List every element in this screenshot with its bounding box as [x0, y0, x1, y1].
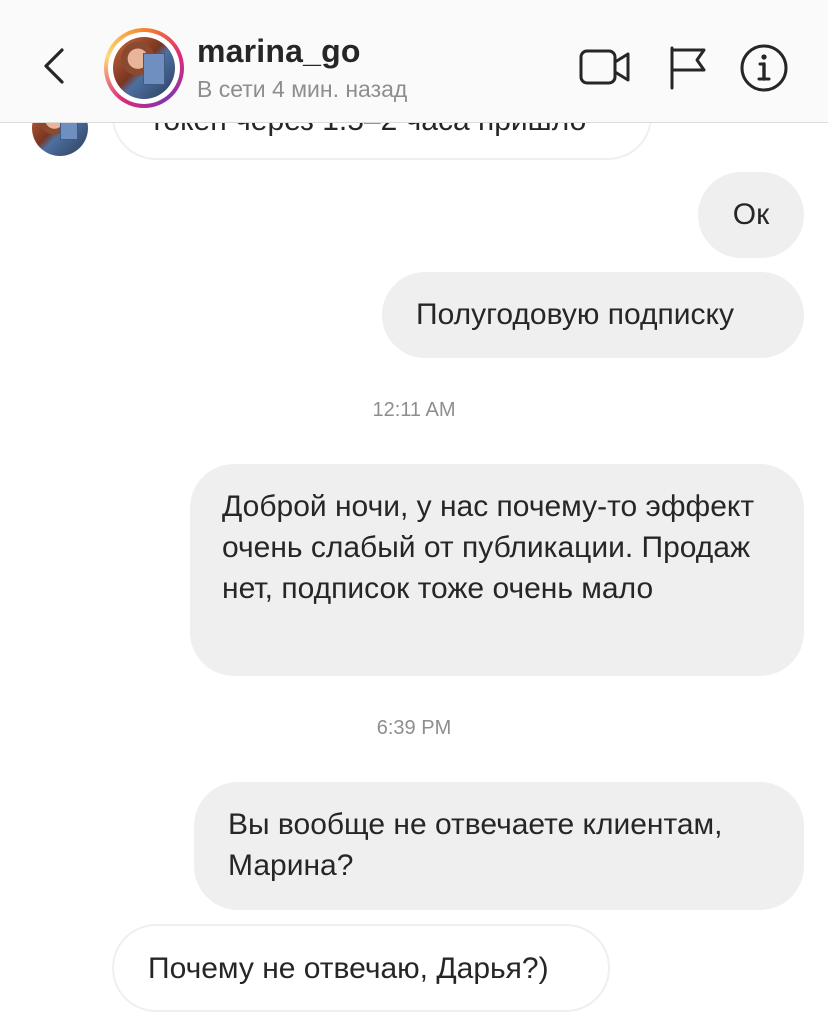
chevron-left-icon: [44, 48, 64, 84]
message-bubble-outgoing[interactable]: Ок: [698, 172, 804, 258]
message-timestamp: 12:11 AM: [372, 399, 456, 421]
message-bubble-outgoing[interactable]: Доброй ночи, у нас почему-то эффект очен…: [190, 464, 804, 676]
contact-username[interactable]: marina_go: [197, 33, 361, 70]
report-button[interactable]: [662, 42, 714, 94]
back-button[interactable]: [34, 44, 78, 88]
info-icon: [740, 44, 788, 92]
info-button[interactable]: [738, 42, 790, 94]
chat-header: marina_go В сети 4 мин. назад: [0, 0, 828, 123]
avatar-book: [143, 53, 165, 85]
flag-icon: [670, 46, 706, 90]
message-bubble-outgoing[interactable]: Вы вообще не отвечаете клиентам, Марина?: [194, 782, 804, 910]
avatar-ring-gap: [108, 32, 180, 104]
video-call-button[interactable]: [578, 42, 630, 94]
video-camera-icon: [579, 49, 630, 85]
avatar-photo: [113, 37, 175, 99]
message-bubble-incoming[interactable]: Почему не отвечаю, Дарья?): [112, 924, 610, 1012]
contact-avatar[interactable]: [104, 28, 184, 108]
message-bubble-outgoing[interactable]: Полугодовую подписку: [382, 272, 804, 358]
contact-status: В сети 4 мин. назад: [197, 76, 408, 102]
message-timestamp: 6:39 PM: [376, 717, 452, 739]
